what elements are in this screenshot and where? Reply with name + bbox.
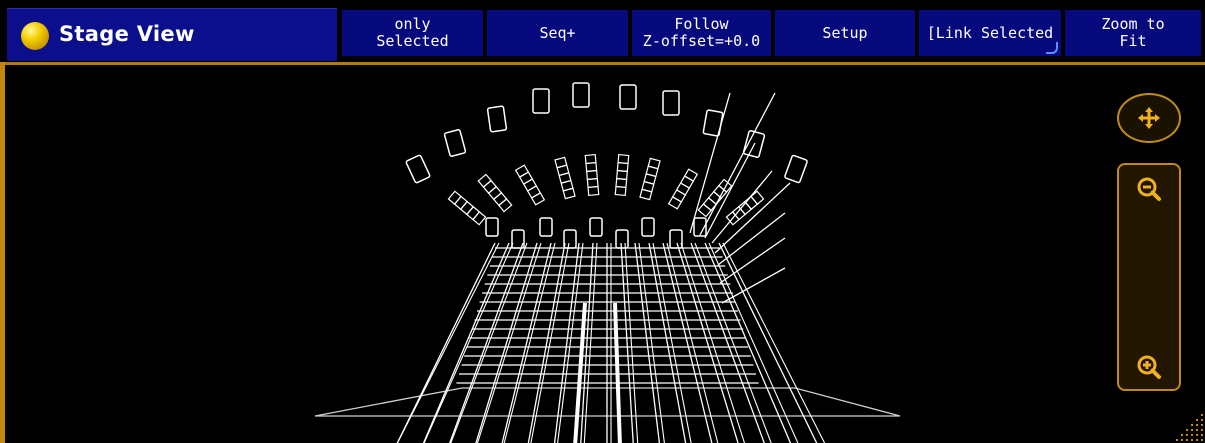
link-selected-label: [Link Selected — [926, 23, 1054, 42]
title-bar: Stage View only Selected Seq+ Follow Z-o… — [0, 0, 1205, 62]
seq-plus-button[interactable]: Seq+ — [485, 8, 630, 58]
zoom-to-fit-label: Zoom to Fit — [1101, 15, 1165, 50]
setup-button[interactable]: Setup — [773, 8, 917, 58]
move-arrows-icon — [1138, 107, 1160, 129]
stage-viewport[interactable] — [0, 62, 1205, 443]
toggle-indicator-icon — [1046, 42, 1058, 54]
zoom-control[interactable] — [1117, 163, 1181, 391]
follow-button[interactable]: Follow Z-offset=+0.0 — [630, 8, 773, 58]
follow-label: Follow Z-offset=+0.0 — [642, 15, 761, 50]
window-ball-icon — [21, 22, 49, 50]
window-title: Stage View — [59, 22, 195, 46]
link-selected-button[interactable]: [Link Selected — [917, 8, 1063, 58]
only-selected-label: only Selected — [376, 15, 449, 50]
move-view-button[interactable] — [1117, 93, 1181, 143]
zoom-out-icon[interactable] — [1135, 175, 1163, 203]
stage-view-window: Stage View only Selected Seq+ Follow Z-o… — [0, 0, 1205, 443]
setup-label: Setup — [822, 23, 868, 42]
seq-plus-label: Seq+ — [539, 23, 576, 42]
only-selected-button[interactable]: only Selected — [340, 8, 485, 58]
zoom-to-fit-button[interactable]: Zoom to Fit — [1063, 8, 1203, 58]
resize-handle-icon[interactable] — [1175, 413, 1205, 443]
stage-wireframe[interactable] — [0, 65, 1205, 443]
title-panel[interactable]: Stage View — [7, 8, 337, 61]
zoom-in-icon[interactable] — [1135, 353, 1163, 381]
viewport-edge — [0, 62, 5, 443]
